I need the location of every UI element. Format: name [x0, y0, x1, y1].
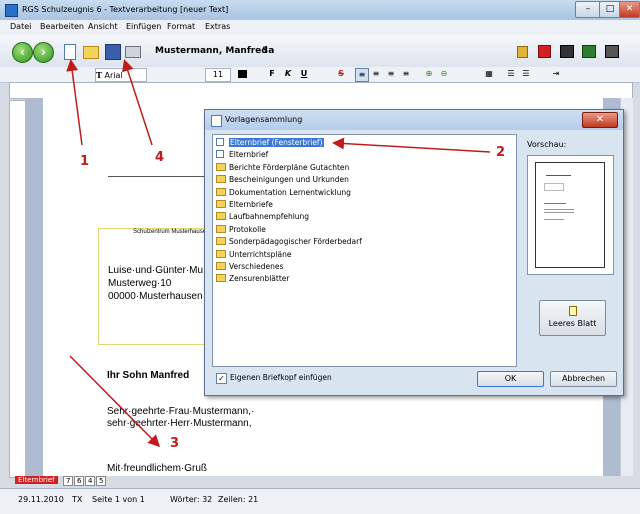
annotation-overlay	[66, 59, 491, 448]
annotation-arrow-4	[122, 59, 153, 146]
annotation-label-3: 3	[170, 436, 180, 451]
annotation-arrow-3	[69, 355, 161, 448]
annotation-arrow-1	[66, 59, 83, 146]
annotation-label-2: 2	[496, 145, 506, 160]
annotation-label-4: 4	[155, 150, 165, 165]
annotation-arrow-2	[332, 137, 491, 153]
annotation-label-1: 1	[80, 154, 90, 169]
